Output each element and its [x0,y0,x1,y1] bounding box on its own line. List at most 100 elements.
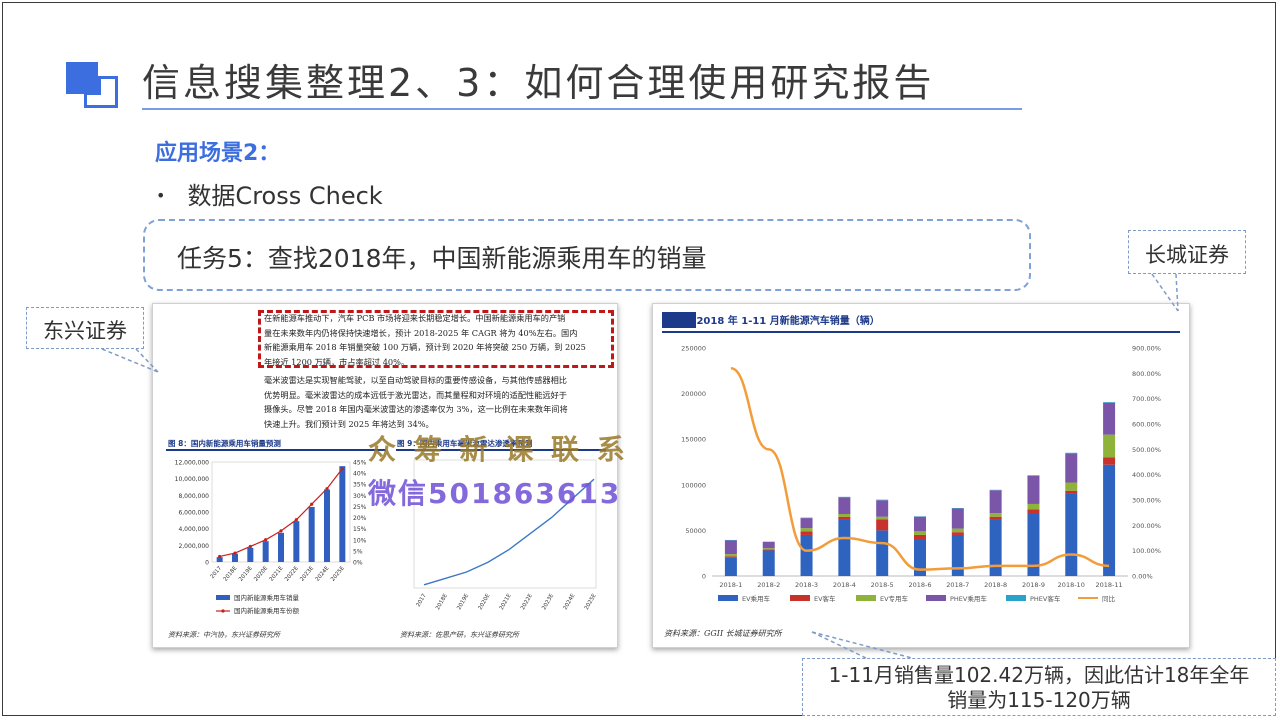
fig9-x-tick: 2019E [456,593,470,612]
report-paragraph-2: 毫米波雷达是实现智能驾驶，以至自动驾驶目标的重要传感设备，与其他传感器相比 优势… [264,373,568,431]
fig9-x-tick: 2021E [499,593,513,612]
report-line: 优势明显。毫米波雷达的成本远低于激光雷达，而其量程和对环境的适配性能远好于 [264,389,567,400]
title-underline [142,108,1022,110]
fig1-y2-tick: 600.00% [1132,421,1161,429]
fig1-y-tick: 0 [702,573,706,581]
fig8-share-point [264,538,268,542]
fig8-chart: 0 2,000,000 4,000,000 6,000,000 8,000,000 10,… [175,460,367,616]
fig1-y-tick: 150000 [681,436,706,444]
fig1-bar-segment [1065,453,1078,483]
source-right: 资料来源：GGII 长城证券研究所 [664,629,782,638]
fig1-bar-segment [724,554,737,557]
callout-bottom-pointer [811,631,913,659]
fig8-y2-tick: 30% [353,493,367,500]
fig1-bar-segment [914,534,926,540]
fig8-bar [232,553,238,562]
fig1-bar-segment [838,519,851,576]
fig1-bar-segment [1103,402,1116,435]
fig1-y-tick: 100000 [681,481,706,489]
fig1-legend-label: PHEV客车 [1030,594,1061,603]
fig1-bar-segment [1103,457,1116,465]
fig1-bar-segment [762,548,775,550]
fig1-title: 图 1：2018 年 1-11 月新能源汽车销量（辆） [666,314,880,327]
fig8-y-tick: 10,000,000 [175,476,210,483]
watermark-line-2: 微信501863613 [368,477,622,510]
callout-left-pointer [101,348,159,373]
bullet-item: • 数据Cross Check [156,176,383,211]
fig8-bar [262,541,269,562]
fig1-legend-label: EV专用车 [880,594,909,603]
fig1-legend-label: PHEV乘用车 [950,594,987,603]
fig1-legend-swatch [1006,595,1026,601]
fig8-legend-bars: 国内新能源乘用车销量 [234,593,300,602]
fig8-x-tick: 2018E [223,565,239,583]
fig1-bar-segment [800,531,813,535]
fig1-bar-segment [1027,475,1040,504]
fig1-bar-segment [1027,503,1040,510]
fig9-x-tick: 2024E [563,593,577,612]
fig1-legend-label: 同比 [1102,594,1116,603]
fig1-bar-segment [876,519,889,531]
fig1-bar-segment [951,534,964,576]
fig8-bar [339,466,346,562]
fig1-bar-segment [876,500,889,517]
fig1-x-tick: 2018-2 [757,581,780,589]
fig1-bar-segment [762,550,775,576]
fig8-share-point [218,554,222,559]
fig1-bar-segment [762,541,775,549]
scene-label: 应用场景2： [155,141,281,166]
highlight-box [258,310,614,368]
fig8-x-tick: 2022E [284,565,300,583]
report-line: 毫米波雷达是实现智能驾驶，以至自动驾驶目标的重要传感设备，与其他传感器相比 [264,375,567,385]
fig9-x-tick: 2018E [435,593,449,612]
fig1-x-tick: 2018-5 [871,581,894,589]
fig1-bar-segment [876,499,889,501]
fig1-y2-tick: 900.00% [1132,345,1161,353]
fig1-bar-segment [1065,482,1078,491]
fig1-bar-segment [914,516,926,532]
fig8-share-point [279,529,283,533]
fig1-bar-segment [1103,402,1116,403]
fig8-y2-tick: 20% [353,515,367,522]
fig1-bar-segment [838,496,851,498]
fig1-bar-segment [989,513,1002,517]
fig1-legend-swatch [856,595,876,601]
fig8-y2-tick: 10% [353,537,367,544]
fig1-bar-segment [1065,452,1078,454]
fig8-x-tick: 2019E [238,565,254,583]
callout-changcheng: 长城证券 [1128,230,1246,274]
fig1-y2-tick: 200.00% [1132,522,1161,530]
task-text: 任务5：查找2018年，中国新能源乘用车的销量 [177,244,707,273]
fig1-y-tick: 250000 [681,345,706,353]
fig8-y2-tick: 45% [353,460,367,467]
fig8-share-point [310,502,314,506]
fig9-x-tick: 2022E [520,593,534,612]
fig8-y2-tick: 5% [353,548,363,555]
fig8-share-point [340,467,344,471]
slide: 信息搜集整理2、3：如何合理使用研究报告 应用场景2： • 数据Cross Che… [0,0,1280,720]
fig9-x-tick: 2023E [541,593,555,612]
fig8-bar [324,489,330,562]
fig8-legend-marker [221,609,225,613]
fig8-y-tick: 6,000,000 [178,510,209,517]
fig1-bar-segment [1103,434,1116,458]
fig1-bar-segment [1027,509,1040,514]
fig1-x-tick: 2018-8 [984,581,1007,589]
fig1-x-tick: 2018-11 [1096,581,1123,589]
fig8-share-point [233,551,237,555]
fig8-title-rule [166,449,386,451]
task-box: 任务5：查找2018年，中国新能源乘用车的销量 [143,219,1031,291]
fig8-y2-tick: 35% [353,482,367,489]
callout-dongxing-text: 东兴证券 [43,319,127,343]
fig8-y-tick: 0 [205,560,209,567]
fig8-y2-tick: 0% [353,560,363,567]
fig1-chart: 图 1：2018 年 1-11 月新能源汽车销量（辆） 0 50000 100000 1… [662,312,1180,603]
bullet-marker: • [156,186,166,205]
fig1-y-tick: 200000 [681,390,706,398]
fig1-legend-swatch [790,595,810,601]
callout-right-pointer [1151,273,1179,312]
fig1-y2-tick: 100.00% [1132,547,1161,555]
fig8-x-tick: 2025E [330,565,346,583]
fig1-x-tick: 2018-10 [1058,581,1085,589]
fig1-y2-tick: 300.00% [1132,497,1161,505]
